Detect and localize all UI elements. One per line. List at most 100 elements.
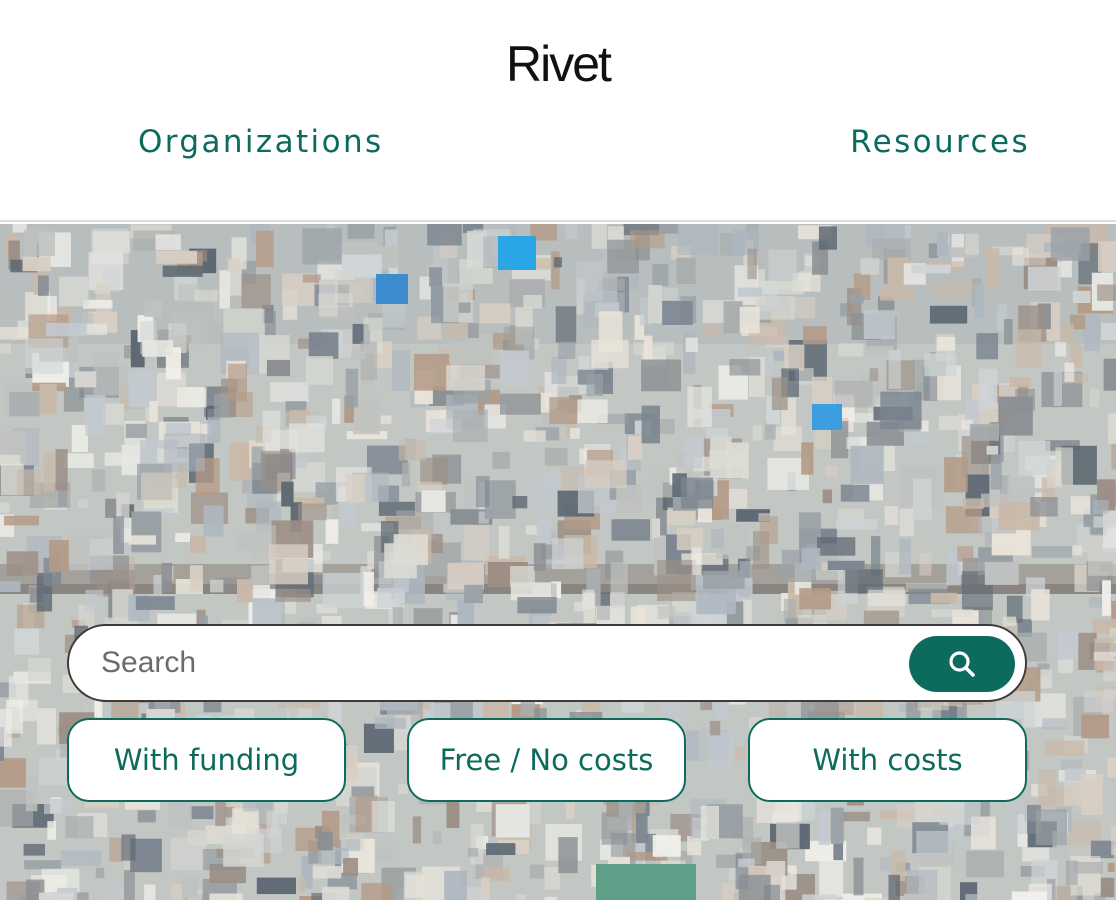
city-block <box>771 377 788 411</box>
city-block <box>633 341 674 356</box>
city-block <box>125 423 147 438</box>
city-block <box>476 476 490 508</box>
city-block <box>822 489 833 504</box>
city-block <box>312 866 342 879</box>
city-block <box>773 426 802 452</box>
city-block <box>553 257 562 268</box>
city-block <box>630 230 665 249</box>
city-block <box>920 420 929 432</box>
city-block <box>945 506 982 534</box>
city-block <box>38 275 49 296</box>
city-block <box>161 562 173 593</box>
nav-resources[interactable]: Resources <box>850 122 1030 162</box>
city-block <box>836 519 878 530</box>
city-block <box>227 258 241 273</box>
city-block <box>611 519 650 541</box>
city-block <box>85 589 104 612</box>
city-block <box>853 857 864 896</box>
city-block <box>500 393 541 415</box>
city-block <box>268 544 308 585</box>
city-block <box>24 229 55 256</box>
city-block <box>405 874 424 898</box>
city-block <box>1030 497 1058 517</box>
city-block <box>510 566 535 587</box>
city-block <box>872 238 911 261</box>
city-block <box>22 256 51 272</box>
city-block <box>899 538 911 575</box>
city-block <box>911 264 951 274</box>
city-block <box>916 831 952 855</box>
city-block <box>371 800 395 832</box>
city-block <box>1093 651 1116 661</box>
search-input[interactable] <box>101 638 881 688</box>
filter-with-funding[interactable]: With funding <box>67 718 346 802</box>
city-block <box>361 882 393 900</box>
city-block <box>819 856 844 897</box>
filter-with-costs[interactable]: With costs <box>748 718 1027 802</box>
search-bar <box>67 624 1027 702</box>
city-block <box>523 295 542 309</box>
city-block <box>738 858 755 868</box>
city-block <box>576 261 603 301</box>
city-block <box>194 290 218 302</box>
city-block <box>1027 266 1061 291</box>
city-block <box>834 380 873 408</box>
city-block <box>840 484 870 502</box>
city-block <box>93 353 119 396</box>
city-block <box>351 786 375 797</box>
city-block <box>343 858 358 876</box>
city-block <box>265 310 276 336</box>
city-block <box>703 570 745 589</box>
city-block <box>85 395 106 436</box>
city-block <box>752 425 763 441</box>
city-block <box>523 430 546 442</box>
city-block <box>776 822 800 849</box>
city-block <box>715 702 728 721</box>
city-block <box>652 264 669 287</box>
city-block <box>833 843 843 861</box>
city-block <box>464 584 483 604</box>
city-block <box>190 806 214 820</box>
city-block <box>1111 825 1116 855</box>
city-block <box>986 445 999 455</box>
city-block <box>1084 690 1115 713</box>
city-block <box>838 343 864 357</box>
city-block <box>558 341 576 359</box>
city-block <box>937 336 956 351</box>
city-block <box>1064 781 1101 806</box>
city-block <box>699 727 708 760</box>
city-block <box>24 860 62 870</box>
city-block <box>764 422 776 440</box>
city-block <box>266 359 290 377</box>
city-block <box>990 454 1002 490</box>
city-block <box>27 657 51 681</box>
city-block <box>346 474 365 503</box>
city-block <box>464 479 477 509</box>
site-logo[interactable]: Rivet <box>0 34 1116 94</box>
city-block <box>913 478 932 520</box>
nav-organizations[interactable]: Organizations <box>138 122 384 162</box>
city-block <box>254 828 282 854</box>
city-block <box>536 519 552 545</box>
city-block <box>64 453 94 468</box>
search-button[interactable] <box>909 636 1015 692</box>
city-block <box>812 376 832 408</box>
city-block <box>452 409 488 443</box>
city-block <box>297 876 307 892</box>
city-block <box>470 824 484 865</box>
city-block <box>722 882 735 900</box>
city-block <box>495 804 530 838</box>
city-block <box>884 506 899 526</box>
city-block <box>648 285 662 324</box>
city-block <box>635 813 648 844</box>
city-block <box>141 472 176 501</box>
city-block <box>516 894 527 900</box>
city-block <box>190 535 206 553</box>
city-block <box>687 386 712 427</box>
city-block <box>187 830 209 846</box>
filter-free-no-costs[interactable]: Free / No costs <box>407 718 686 802</box>
city-block <box>444 870 467 900</box>
city-block <box>347 224 375 239</box>
city-block <box>818 226 837 250</box>
city-block <box>880 391 922 430</box>
